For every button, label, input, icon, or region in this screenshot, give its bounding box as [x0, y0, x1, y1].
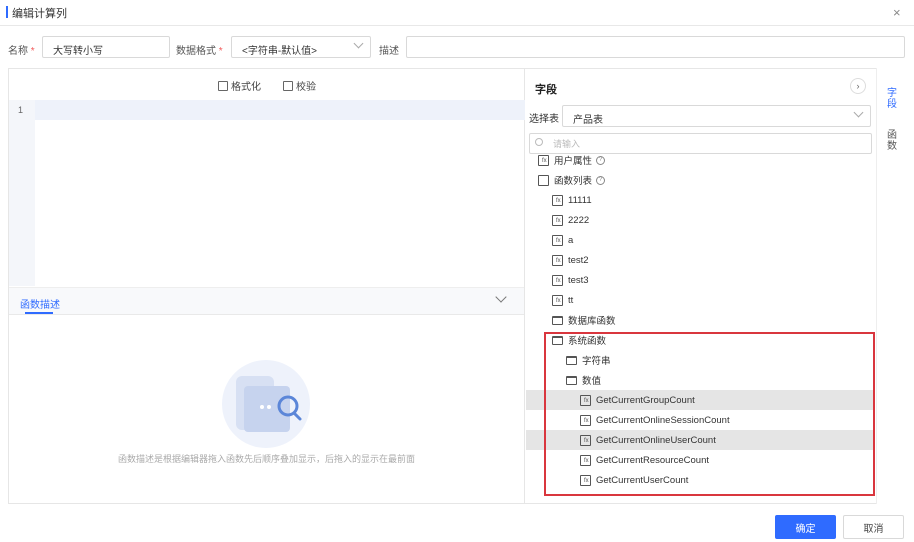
validate-button-label: 校验 — [296, 82, 316, 93]
validate-icon — [283, 80, 293, 91]
line-number-gutter — [9, 100, 35, 286]
highlight-annotation-box — [544, 332, 875, 496]
search-icon — [535, 138, 543, 146]
search-placeholder: 请输入 — [553, 139, 581, 149]
data-format-required-mark: * — [218, 46, 223, 57]
empty-state-text: 函数描述是根据编辑器拖入函数先后顺序叠加显示，后拖入的显示在最前面 — [117, 454, 415, 464]
table-select-value: 产品表 — [573, 115, 603, 126]
chevron-down-icon — [353, 38, 364, 49]
tree-item[interactable]: 2222 — [526, 210, 875, 230]
tree-item[interactable]: 11111 — [526, 190, 875, 210]
close-icon[interactable]: × — [893, 5, 901, 20]
user-attr-icon — [538, 154, 549, 166]
dialog-title-bar — [0, 0, 914, 26]
help-icon[interactable]: ? — [596, 175, 606, 185]
tree-item[interactable]: a — [526, 230, 875, 250]
name-label-text: 名称 — [8, 46, 28, 57]
name-label: 名称 * — [8, 42, 35, 57]
data-format-label-text: 数据格式 — [176, 46, 216, 57]
select-table-label: 选择表 — [529, 114, 559, 125]
tree-item-label: a — [568, 234, 574, 246]
function-icon — [552, 294, 563, 306]
tree-item-label: 11111 — [568, 194, 592, 206]
folder-icon — [552, 315, 563, 325]
format-button-label: 格式化 — [231, 82, 261, 93]
name-input-value: 大写转小写 — [53, 46, 103, 57]
data-format-value: <字符串-默认值> — [242, 46, 318, 57]
rail-tab-fields[interactable]: 字段 — [885, 88, 899, 110]
field-panel-title: 字段 — [535, 84, 557, 96]
document-search-icon — [236, 376, 302, 432]
function-icon — [552, 254, 563, 266]
function-description-header — [9, 287, 524, 315]
empty-state-illustration — [222, 360, 310, 448]
active-tab-indicator — [25, 312, 53, 314]
description-input[interactable] — [406, 36, 905, 58]
function-list-icon — [538, 174, 549, 186]
name-required-mark: * — [30, 46, 35, 57]
cancel-button[interactable]: 取消 — [843, 515, 904, 539]
format-icon — [218, 80, 228, 91]
tree-item-label: 用户属性 — [554, 156, 593, 167]
tree-item-label: 函数列表 — [554, 176, 593, 187]
tree-item-user-attributes[interactable]: 用户属性 ? — [526, 150, 875, 170]
line-number: 1 — [18, 105, 24, 115]
name-input[interactable]: 大写转小写 — [42, 36, 170, 58]
tree-item-label: 2222 — [568, 214, 590, 226]
confirm-button[interactable]: 确定 — [775, 515, 836, 539]
edit-computed-column-dialog: 编辑计算列 × 名称 * 大写转小写 数据格式 * <字符串-默认值> 描述 格… — [0, 0, 914, 542]
tree-item[interactable]: test2 — [526, 250, 875, 270]
tree-item-label: test2 — [568, 254, 589, 266]
function-icon — [552, 274, 563, 286]
tree-folder-database-functions[interactable]: 数据库函数 — [526, 310, 875, 330]
format-button[interactable]: 格式化 — [218, 78, 261, 93]
tree-item[interactable]: test3 — [526, 270, 875, 290]
table-select[interactable]: 产品表 — [562, 105, 871, 127]
rail-tab-functions[interactable]: 函数 — [885, 130, 899, 152]
tree-item[interactable]: tt — [526, 290, 875, 310]
validate-button[interactable]: 校验 — [283, 78, 316, 93]
dialog-title: 编辑计算列 — [12, 8, 67, 20]
data-format-label: 数据格式 * — [176, 42, 223, 57]
title-accent-bar — [6, 6, 8, 18]
function-icon — [552, 214, 563, 226]
tree-item-label: test3 — [568, 274, 589, 286]
tree-item-label: 数据库函数 — [568, 316, 616, 327]
help-icon[interactable]: ? — [596, 155, 606, 165]
code-editor-line[interactable] — [35, 100, 525, 120]
tree-item-label: tt — [568, 294, 574, 306]
chevron-down-icon — [853, 107, 864, 118]
description-label: 描述 — [379, 46, 399, 57]
function-icon — [552, 234, 563, 246]
data-format-select[interactable]: <字符串-默认值> — [231, 36, 371, 58]
tree-item-function-list[interactable]: 函数列表 ? — [526, 170, 875, 190]
function-icon — [552, 194, 563, 206]
tab-function-description[interactable]: 函数描述 — [20, 296, 60, 311]
expand-panel-button[interactable]: › — [850, 78, 866, 94]
